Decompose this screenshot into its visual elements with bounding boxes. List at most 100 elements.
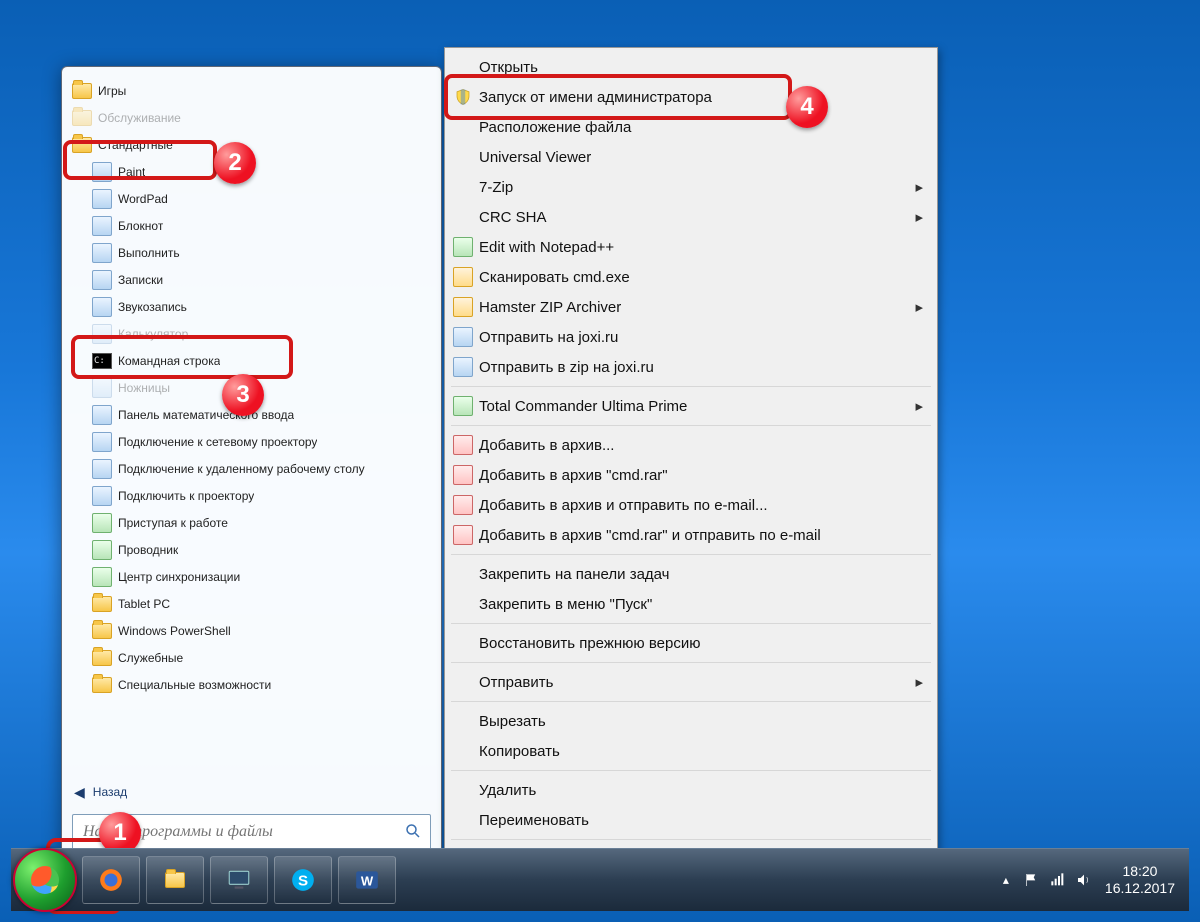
folder-icon: [72, 137, 92, 153]
submenu-arrow-icon: ▸: [915, 298, 923, 316]
context-menu-item-label: 7-Zip: [479, 179, 513, 196]
start-menu-item[interactable]: Блокнот: [66, 212, 437, 239]
taskbar-app-monitor[interactable]: [210, 856, 268, 904]
math-icon: [92, 405, 112, 425]
svg-text:S: S: [298, 872, 308, 889]
taskbar: S W ▴ 18:20 16.12.2017: [11, 848, 1189, 911]
start-menu-item[interactable]: Подключить к проектору: [66, 482, 437, 509]
menu-separator: [451, 386, 931, 387]
winrar-icon: [453, 525, 473, 545]
context-menu-item-label: Вырезать: [479, 713, 546, 730]
calc-icon: [92, 324, 112, 344]
context-menu-item-label: Отправить в zip на joxi.ru: [479, 359, 654, 376]
taskbar-app-word[interactable]: W: [338, 856, 396, 904]
context-menu-item[interactable]: Открыть: [449, 52, 933, 82]
menu-separator: [451, 770, 931, 771]
start-menu-item[interactable]: Windows PowerShell: [66, 617, 437, 644]
start-menu-item-label: Обслуживание: [98, 111, 181, 125]
start-menu-item[interactable]: Калькулятор: [66, 320, 437, 347]
start-menu-item[interactable]: Специальные возможности: [66, 671, 437, 698]
context-menu-item-label: Добавить в архив...: [479, 437, 614, 454]
start-menu-item[interactable]: Проводник: [66, 536, 437, 563]
start-menu-item[interactable]: Игры: [66, 77, 437, 104]
context-menu-item[interactable]: CRC SHA▸: [449, 202, 933, 232]
start-menu-item[interactable]: Обслуживание: [66, 104, 437, 131]
context-menu-item[interactable]: Переименовать: [449, 805, 933, 835]
context-menu-item-label: Закрепить на панели задач: [479, 566, 670, 583]
start-menu-item[interactable]: WordPad: [66, 185, 437, 212]
context-menu-item[interactable]: Добавить в архив и отправить по e-mail..…: [449, 490, 933, 520]
context-menu-item[interactable]: Вырезать: [449, 706, 933, 736]
snip-icon: [92, 378, 112, 398]
context-menu-item[interactable]: 7-Zip▸: [449, 172, 933, 202]
start-menu-item-label: Блокнот: [118, 219, 163, 233]
step-badge-3: 3: [222, 374, 264, 416]
volume-icon[interactable]: [1074, 870, 1094, 890]
proj-icon: [92, 486, 112, 506]
menu-separator: [451, 701, 931, 702]
context-menu-item[interactable]: Отправить в zip на joxi.ru: [449, 352, 933, 382]
folder-icon: [72, 83, 92, 99]
submenu-arrow-icon: ▸: [915, 673, 923, 691]
context-menu-item[interactable]: Копировать: [449, 736, 933, 766]
context-menu-item[interactable]: Hamster ZIP Archiver ▸: [449, 292, 933, 322]
back-arrow-icon: ◀: [74, 784, 85, 801]
start-menu-item[interactable]: Записки: [66, 266, 437, 293]
explorer-icon: [92, 540, 112, 560]
start-menu-item-label: Подключить к проектору: [118, 489, 254, 503]
tray-arrow-icon[interactable]: ▴: [996, 870, 1016, 890]
context-menu-item[interactable]: Удалить: [449, 775, 933, 805]
start-menu-item[interactable]: Звукозапись: [66, 293, 437, 320]
start-menu-item-label: Командная строка: [118, 354, 220, 368]
start-menu-item[interactable]: Служебные: [66, 644, 437, 671]
context-menu-item[interactable]: Edit with Notepad++: [449, 232, 933, 262]
start-menu-item[interactable]: Подключение к сетевому проектору: [66, 428, 437, 455]
context-menu-item[interactable]: Запуск от имени администратора: [449, 82, 933, 112]
taskbar-app-skype[interactable]: S: [274, 856, 332, 904]
taskbar-clock[interactable]: 18:20 16.12.2017: [1097, 863, 1183, 898]
start-menu-item-label: Специальные возможности: [118, 678, 271, 692]
start-menu-item-label: Tablet PC: [118, 597, 170, 611]
start-menu-item-label: Звукозапись: [118, 300, 187, 314]
start-menu-item-label: Записки: [118, 273, 163, 287]
folder-icon: [165, 872, 185, 888]
start-menu-item[interactable]: Приступая к работе: [66, 509, 437, 536]
start-menu-item-label: Подключение к удаленному рабочему столу: [118, 462, 365, 476]
context-menu-item[interactable]: Universal Viewer: [449, 142, 933, 172]
netproj-icon: [92, 432, 112, 452]
context-menu-item-label: Сканировать cmd.exe: [479, 269, 630, 286]
context-menu-item-label: Удалить: [479, 782, 536, 799]
context-menu-item[interactable]: Расположение файла: [449, 112, 933, 142]
system-tray: ▴ 18:20 16.12.2017: [993, 863, 1189, 898]
context-menu-item[interactable]: Сканировать cmd.exe: [449, 262, 933, 292]
taskbar-app-explorer[interactable]: [146, 856, 204, 904]
context-menu-item-label: Universal Viewer: [479, 149, 591, 166]
context-menu-item[interactable]: Отправить на joxi.ru: [449, 322, 933, 352]
context-menu-item[interactable]: Добавить в архив "cmd.rar": [449, 460, 933, 490]
start-menu-item[interactable]: Подключение к удаленному рабочему столу: [66, 455, 437, 482]
rdc-icon: [92, 459, 112, 479]
context-menu-item[interactable]: Добавить в архив "cmd.rar" и отправить п…: [449, 520, 933, 550]
context-menu-item-label: Восстановить прежнюю версию: [479, 635, 700, 652]
sync-icon: [92, 567, 112, 587]
start-button[interactable]: [13, 848, 77, 912]
context-menu-item[interactable]: Добавить в архив...: [449, 430, 933, 460]
context-menu-item-label: Закрепить в меню "Пуск": [479, 596, 652, 613]
context-menu-item-label: Hamster ZIP Archiver: [479, 299, 621, 316]
context-menu-item[interactable]: Закрепить на панели задач: [449, 559, 933, 589]
network-icon[interactable]: [1048, 870, 1068, 890]
taskbar-app-firefox[interactable]: [82, 856, 140, 904]
start-menu-back[interactable]: ◀ Назад: [70, 776, 433, 808]
context-menu-item[interactable]: Закрепить в меню "Пуск": [449, 589, 933, 619]
npp-icon: [453, 237, 473, 257]
start-menu-item[interactable]: Tablet PC: [66, 590, 437, 617]
tc-icon: [453, 396, 473, 416]
start-menu-item[interactable]: C:Командная строка: [66, 347, 437, 374]
start-menu-item[interactable]: Центр синхронизации: [66, 563, 437, 590]
flag-icon[interactable]: [1022, 870, 1042, 890]
context-menu-item[interactable]: Total Commander Ultima Prime▸: [449, 391, 933, 421]
context-menu-item[interactable]: Отправить▸: [449, 667, 933, 697]
context-menu-item[interactable]: Восстановить прежнюю версию: [449, 628, 933, 658]
start-menu-item[interactable]: Выполнить: [66, 239, 437, 266]
start-menu-item-label: Игры: [98, 84, 126, 98]
